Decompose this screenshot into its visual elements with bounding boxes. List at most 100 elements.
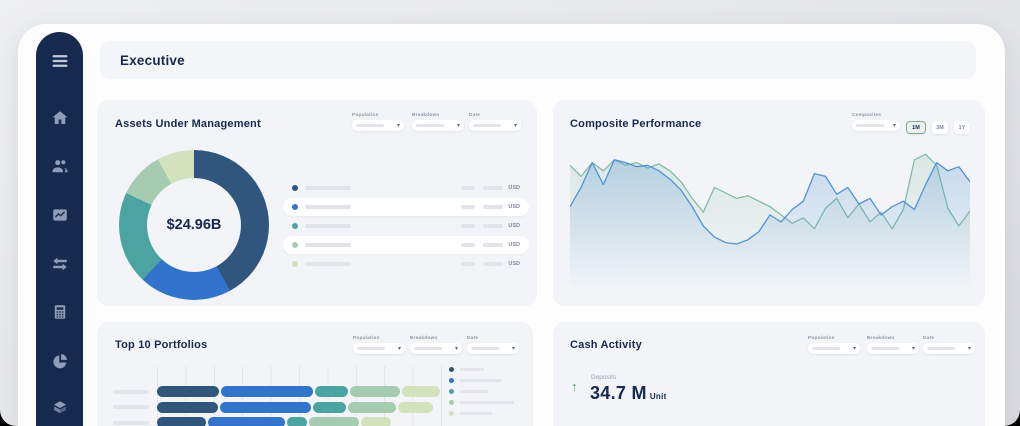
bar-segment <box>208 417 285 426</box>
legend-row[interactable]: USD <box>283 255 529 273</box>
breakdown-dropdown[interactable]: ▾ <box>410 343 462 354</box>
legend-label-placeholder <box>460 390 488 393</box>
placeholder-bar <box>812 347 840 350</box>
bar-segment <box>309 417 359 426</box>
home-icon[interactable] <box>51 109 69 127</box>
aum-total-value: $24.96B <box>167 217 222 233</box>
legend-name-placeholder <box>305 262 351 266</box>
filter-population: Population▾ <box>352 112 404 131</box>
legend-name-placeholder <box>305 186 351 190</box>
legend-value-placeholder <box>461 205 475 209</box>
legend-currency: USD <box>508 223 520 229</box>
portfolio-bar-row[interactable] <box>113 386 442 397</box>
legend-amount-placeholder <box>483 186 503 190</box>
range-button-1y[interactable]: 1Y <box>954 121 970 134</box>
composite-performance-card: Composite Performance 1M3M1Y Composites▾ <box>553 100 985 306</box>
legend-row[interactable]: USD <box>283 217 529 235</box>
layers-icon[interactable] <box>51 399 69 417</box>
assets-under-management-card: Assets Under Management $24.96B USDUSDUS… <box>97 100 537 306</box>
row-label-placeholder <box>113 390 149 394</box>
legend-color-dot <box>449 411 454 416</box>
card-title: Assets Under Management <box>115 118 261 130</box>
filter-population: Population▾ <box>808 335 860 354</box>
bar-segment <box>220 402 311 413</box>
filter-date: Date ▾ <box>923 335 975 354</box>
legend-value-placeholder <box>461 224 475 228</box>
legend-value-placeholder <box>461 262 475 266</box>
legend-row[interactable]: USD <box>283 179 529 197</box>
breakdown-dropdown[interactable]: ▾ <box>412 120 464 131</box>
population-dropdown[interactable]: ▾ <box>808 343 860 354</box>
legend-row[interactable]: USD <box>283 236 529 254</box>
placeholder-bar <box>416 124 444 127</box>
chevron-down-icon: ▾ <box>398 346 401 352</box>
legend-amount-placeholder <box>483 224 503 228</box>
legend-name-placeholder <box>305 224 351 228</box>
bar-segment <box>157 386 219 397</box>
filter-breakdown: Breakdown▾ <box>867 335 919 354</box>
legend-amount-placeholder <box>483 262 503 266</box>
placeholder-bar <box>414 347 442 350</box>
portfolio-bar-row[interactable] <box>113 402 435 413</box>
cash-activity-card: Cash Activity ↑ Deposits 34.7 MUnit Popu… <box>553 322 985 426</box>
legend-currency: USD <box>508 185 520 191</box>
card-title: Composite Performance <box>570 118 701 130</box>
sidebar <box>36 32 83 426</box>
legend-currency: USD <box>508 261 520 267</box>
date-dropdown[interactable]: ▾ <box>469 120 521 131</box>
placeholder-bar <box>473 124 501 127</box>
users-icon[interactable] <box>51 157 69 175</box>
aum-legend: USD USD USD USD USD <box>283 179 529 274</box>
legend-entry <box>449 400 514 405</box>
legend-entry <box>449 378 514 383</box>
portfolio-bar-row[interactable] <box>113 417 393 426</box>
range-button-1m[interactable]: 1M <box>906 121 926 134</box>
aum-donut-chart: $24.96B <box>119 150 269 300</box>
range-button-3m[interactable]: 3M <box>932 121 948 134</box>
chevron-down-icon: ▾ <box>512 346 515 352</box>
bar-segment <box>315 386 348 397</box>
filter-label: Date <box>923 335 975 340</box>
transfer-icon[interactable] <box>51 255 69 273</box>
legend-color-dot <box>449 367 454 372</box>
breakdown-dropdown[interactable]: ▾ <box>867 343 919 354</box>
menu-icon[interactable] <box>50 51 70 71</box>
chevron-down-icon: ▾ <box>514 123 517 129</box>
chart-icon[interactable] <box>51 206 69 224</box>
bar-segment <box>348 402 396 413</box>
date-dropdown[interactable]: ▾ <box>467 343 519 354</box>
composite-performance-chart <box>570 142 970 292</box>
population-dropdown[interactable]: ▾ <box>353 343 405 354</box>
population-dropdown[interactable]: ▾ <box>352 120 404 131</box>
bar-segment <box>157 417 206 426</box>
filter-date: Date▾ <box>467 335 519 354</box>
date-dropdown[interactable]: ▾ <box>923 343 975 354</box>
filter-label: Date <box>469 112 521 117</box>
row-label-placeholder <box>113 421 149 425</box>
placeholder-bar <box>856 124 884 127</box>
donut-hole: $24.96B <box>147 178 241 272</box>
pie-chart-icon[interactable] <box>51 352 69 370</box>
legend-amount-placeholder <box>483 243 503 247</box>
filter-population: Population ▾ <box>353 335 405 354</box>
chevron-down-icon: ▾ <box>457 123 460 129</box>
composites-dropdown[interactable]: ▾ <box>852 120 900 131</box>
legend-value-placeholder <box>461 243 475 247</box>
legend-row[interactable]: USD <box>283 198 529 216</box>
legend-amount-placeholder <box>483 205 503 209</box>
chevron-down-icon: ▾ <box>893 123 896 129</box>
card-title: Top 10 Portfolios <box>115 339 207 351</box>
bar-segment <box>361 417 391 426</box>
desktop-background: Executive Assets Under Management $24.96… <box>0 0 1020 426</box>
legend-label-placeholder <box>460 401 514 404</box>
placeholder-bar <box>356 124 384 127</box>
top10-legend <box>449 367 514 422</box>
filter-label: Population <box>353 335 405 340</box>
legend-entry <box>449 411 514 416</box>
legend-color-dot <box>292 185 298 191</box>
legend-color-dot <box>449 389 454 394</box>
calculator-icon[interactable] <box>51 303 69 321</box>
bar-segment <box>157 402 218 413</box>
chevron-down-icon: ▾ <box>912 346 915 352</box>
deposits-label: Deposits <box>591 374 616 381</box>
